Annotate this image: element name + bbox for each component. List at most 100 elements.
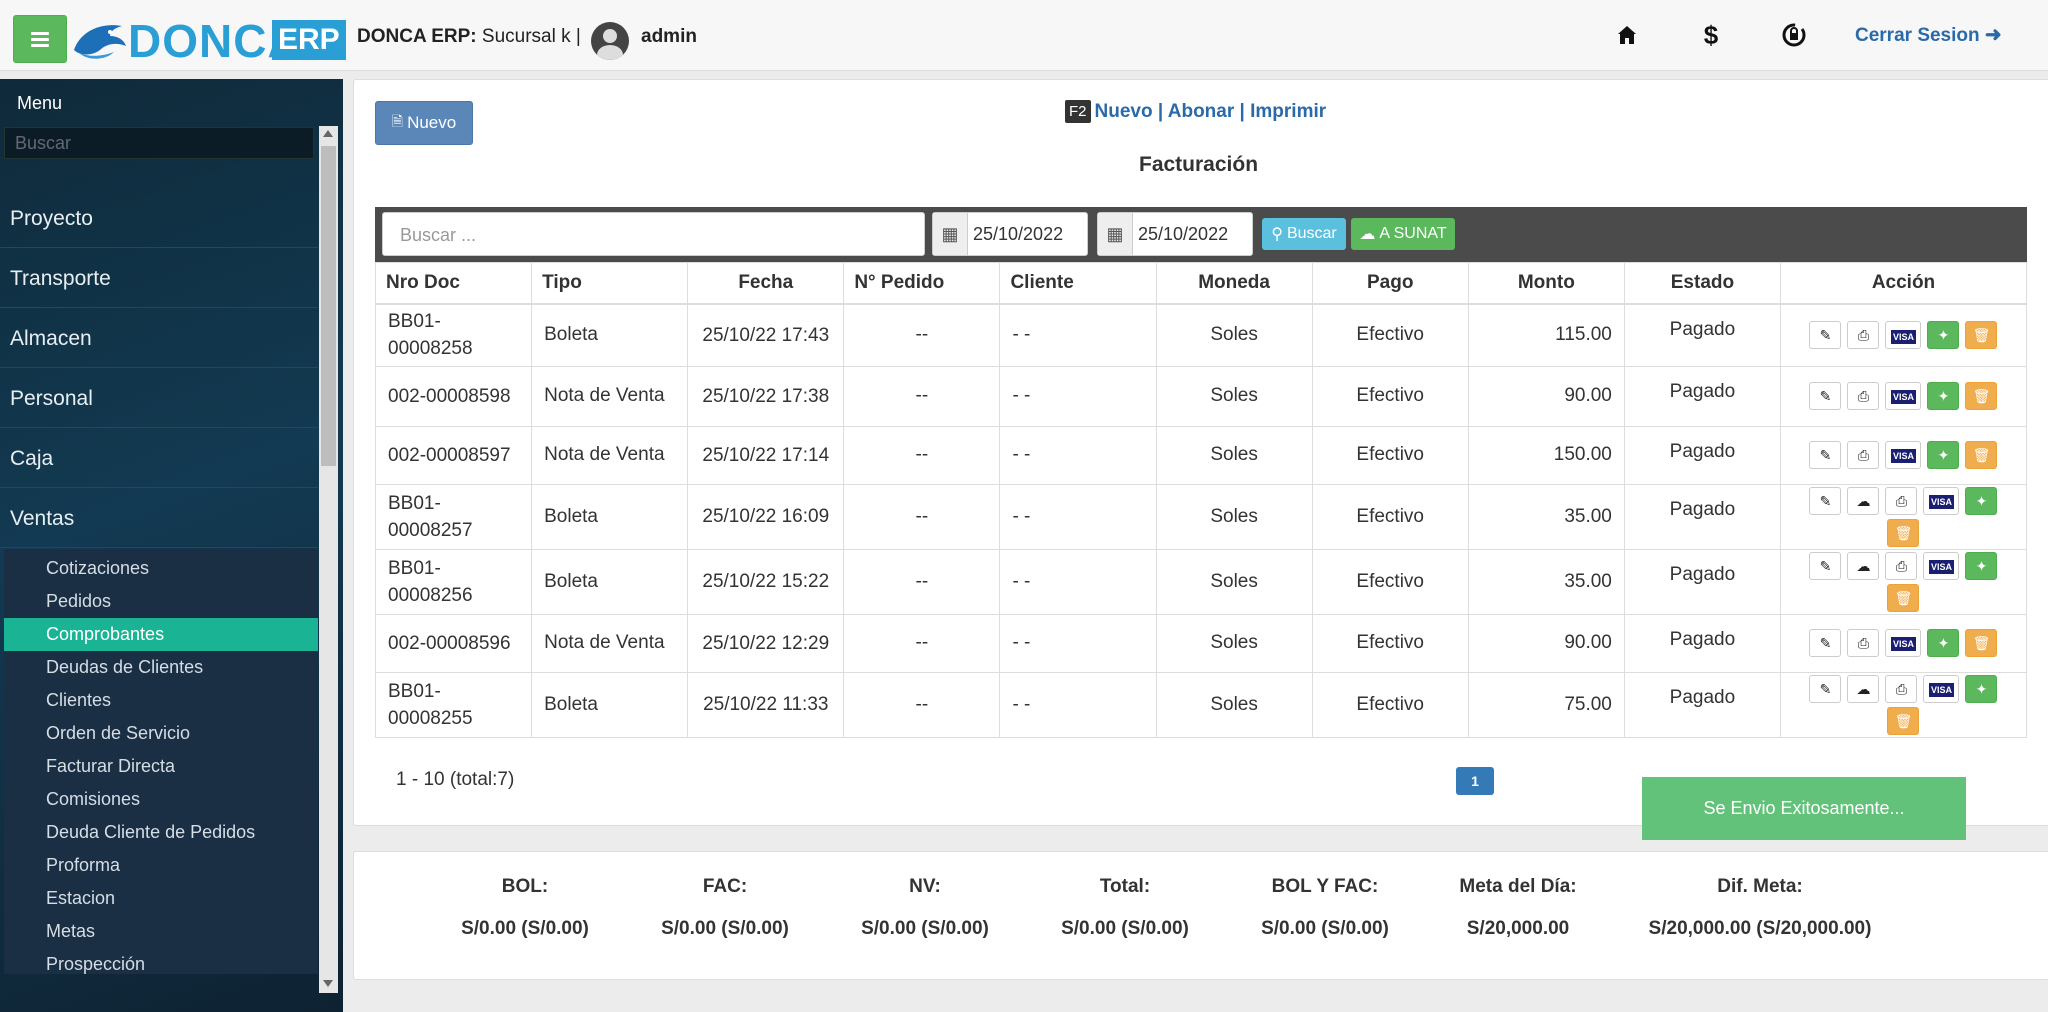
cell-estado: Pagado (1623, 613, 1781, 673)
scroll-down-icon[interactable] (323, 980, 333, 987)
print-icon[interactable]: ⎙ (1847, 629, 1880, 657)
avatar[interactable] (591, 22, 629, 60)
submenu-item-cotizaciones[interactable]: Cotizaciones (4, 552, 318, 585)
table-row[interactable]: BB01-00008256 Boleta 25/10/22 15:22 -- - - So… (374, 548, 2028, 615)
company-info: DONCA ERP: Sucursal k | (357, 26, 581, 48)
edit-icon[interactable]: ✎ (1809, 441, 1842, 469)
scroll-up-icon[interactable] (323, 130, 333, 137)
sidebar-item-proyecto[interactable]: Proyecto (0, 190, 318, 248)
print-icon[interactable]: ⎙ (1847, 321, 1880, 350)
submenu-item-estacion[interactable]: Estacion (4, 882, 318, 915)
column-header[interactable]: Tipo (531, 262, 689, 305)
username[interactable]: admin (641, 26, 697, 48)
sidebar-item-personal[interactable]: Personal (0, 370, 318, 428)
submenu-item-deudas-clientes[interactable]: Deudas de Clientes (4, 651, 318, 684)
visa-card-icon[interactable]: VISA (1885, 382, 1922, 410)
logout-button[interactable]: Cerrar Sesion ➜ (1855, 22, 2002, 47)
print-icon[interactable]: ⎙ (1885, 674, 1918, 703)
sidebar-item-almacen[interactable]: Almacen (0, 310, 318, 368)
date-to-field[interactable]: ▦ 25/10/2022 (1097, 212, 1253, 256)
menu-toggle-button[interactable] (13, 15, 67, 63)
edit-icon[interactable]: ✎ (1809, 321, 1842, 350)
trash-icon[interactable]: 🗑 (1965, 382, 1998, 410)
submenu-item-proforma[interactable]: Proforma (4, 849, 318, 882)
cell-pedido: -- (843, 483, 1001, 550)
search-button[interactable]: ⚲ Buscar (1262, 218, 1346, 250)
trash-icon[interactable]: 🗑 (1965, 629, 1998, 657)
magic-wand-icon[interactable]: ✦ (1965, 486, 1998, 515)
submenu-item-pedidos[interactable]: Pedidos (4, 585, 318, 618)
print-icon[interactable]: ⎙ (1885, 551, 1918, 580)
sidebar-scroll-thumb[interactable] (321, 146, 336, 466)
magic-wand-icon[interactable]: ✦ (1965, 551, 1998, 580)
magic-wand-icon[interactable]: ✦ (1927, 441, 1960, 469)
submenu-item-comprobantes[interactable]: Comprobantes (4, 618, 318, 651)
table-row[interactable]: BB01-00008258 Boleta 25/10/22 17:43 -- - - So… (374, 303, 2028, 367)
cloud-upload-icon[interactable]: ☁ (1847, 551, 1880, 580)
new-document-button[interactable]: 🗎 Nuevo (375, 101, 473, 145)
edit-icon[interactable]: ✎ (1809, 382, 1842, 410)
sync-lock-icon[interactable] (1779, 20, 1809, 50)
print-icon[interactable]: ⎙ (1847, 382, 1880, 410)
table-row[interactable]: 002-00008596 Nota de Venta 25/10/22 12:29-… (374, 613, 2028, 673)
search-input[interactable]: Buscar ... (382, 212, 925, 256)
sidebar-item-transporte[interactable]: Transporte (0, 250, 318, 308)
trash-icon[interactable]: 🗑 (1887, 583, 1920, 612)
magic-wand-icon[interactable]: ✦ (1927, 629, 1960, 657)
submenu-item-orden-servicio[interactable]: Orden de Servicio (4, 717, 318, 750)
submenu-item-prospeccion[interactable]: Prospección (4, 948, 318, 981)
column-header[interactable]: Pago (1311, 262, 1469, 305)
invoices-table: Nro Doc Tipo Fecha N° Pedido Cliente Mon… (374, 262, 2028, 738)
send-sunat-button[interactable]: ☁ A SUNAT (1351, 218, 1455, 250)
column-header[interactable]: Monto (1467, 262, 1625, 305)
sidebar-scrollbar[interactable] (319, 126, 338, 993)
print-icon[interactable]: ⎙ (1885, 486, 1918, 515)
print-icon[interactable]: ⎙ (1847, 441, 1880, 469)
sidebar-item-ventas[interactable]: Ventas (0, 490, 318, 548)
submenu-item-metas[interactable]: Metas (4, 915, 318, 948)
column-header[interactable]: Nro Doc (374, 262, 533, 305)
column-header[interactable]: Estado (1623, 262, 1781, 305)
submenu-item-deuda-cliente-pedidos[interactable]: Deuda Cliente de Pedidos (4, 816, 318, 849)
visa-card-icon[interactable]: VISA (1923, 551, 1960, 580)
dollar-icon[interactable]: $ (1696, 20, 1726, 50)
visa-card-icon[interactable]: VISA (1885, 441, 1922, 469)
column-header[interactable]: Cliente (999, 262, 1157, 305)
trash-icon[interactable]: 🗑 (1887, 518, 1920, 547)
submenu-item-clientes[interactable]: Clientes (4, 684, 318, 717)
table-row[interactable]: 002-00008598 Nota de Venta 25/10/22 17:38-… (374, 365, 2028, 427)
visa-card-icon[interactable]: VISA (1923, 486, 1960, 515)
magic-wand-icon[interactable]: ✦ (1927, 382, 1960, 410)
edit-icon[interactable]: ✎ (1809, 486, 1842, 515)
magic-wand-icon[interactable]: ✦ (1927, 321, 1960, 350)
submenu-item-facturar-directa[interactable]: Facturar Directa (4, 750, 318, 783)
column-header[interactable]: Moneda (1155, 262, 1313, 305)
cell-tipo: Nota de Venta (531, 613, 689, 673)
sidebar-search-input[interactable]: Buscar (4, 127, 314, 159)
edit-icon[interactable]: ✎ (1809, 551, 1842, 580)
submenu-item-comisiones[interactable]: Comisiones (4, 783, 318, 816)
app-logo[interactable]: DONCA ERP (70, 12, 346, 67)
column-header[interactable]: Fecha (687, 262, 845, 305)
visa-card-icon[interactable]: VISA (1885, 629, 1922, 657)
column-header[interactable]: N° Pedido (843, 262, 1001, 305)
trash-icon[interactable]: 🗑 (1965, 441, 1998, 469)
page-button-1[interactable]: 1 (1456, 767, 1494, 795)
cell-actions: ✎ ⎙ VISA ✦ 🗑 (1779, 613, 2028, 673)
edit-icon[interactable]: ✎ (1809, 674, 1842, 703)
cell-moneda: Soles (1155, 613, 1313, 673)
trash-icon[interactable]: 🗑 (1965, 321, 1998, 350)
table-row[interactable]: 002-00008597 Nota de Venta 25/10/22 17:14-… (374, 425, 2028, 485)
table-row[interactable]: BB01-00008257 Boleta 25/10/22 16:09 -- - - So… (374, 483, 2028, 550)
home-icon[interactable] (1612, 20, 1642, 50)
sidebar-item-caja[interactable]: Caja (0, 430, 318, 488)
date-from-field[interactable]: ▦ 25/10/2022 (932, 212, 1088, 256)
visa-card-icon[interactable]: VISA (1885, 321, 1922, 350)
table-row[interactable]: BB01-00008255 Boleta 25/10/22 11:33 -- - - So… (374, 671, 2028, 738)
magic-wand-icon[interactable]: ✦ (1965, 674, 1998, 703)
edit-icon[interactable]: ✎ (1809, 629, 1842, 657)
visa-card-icon[interactable]: VISA (1923, 674, 1960, 703)
trash-icon[interactable]: 🗑 (1887, 706, 1920, 735)
cloud-upload-icon[interactable]: ☁ (1847, 486, 1880, 515)
cloud-upload-icon[interactable]: ☁ (1847, 674, 1880, 703)
